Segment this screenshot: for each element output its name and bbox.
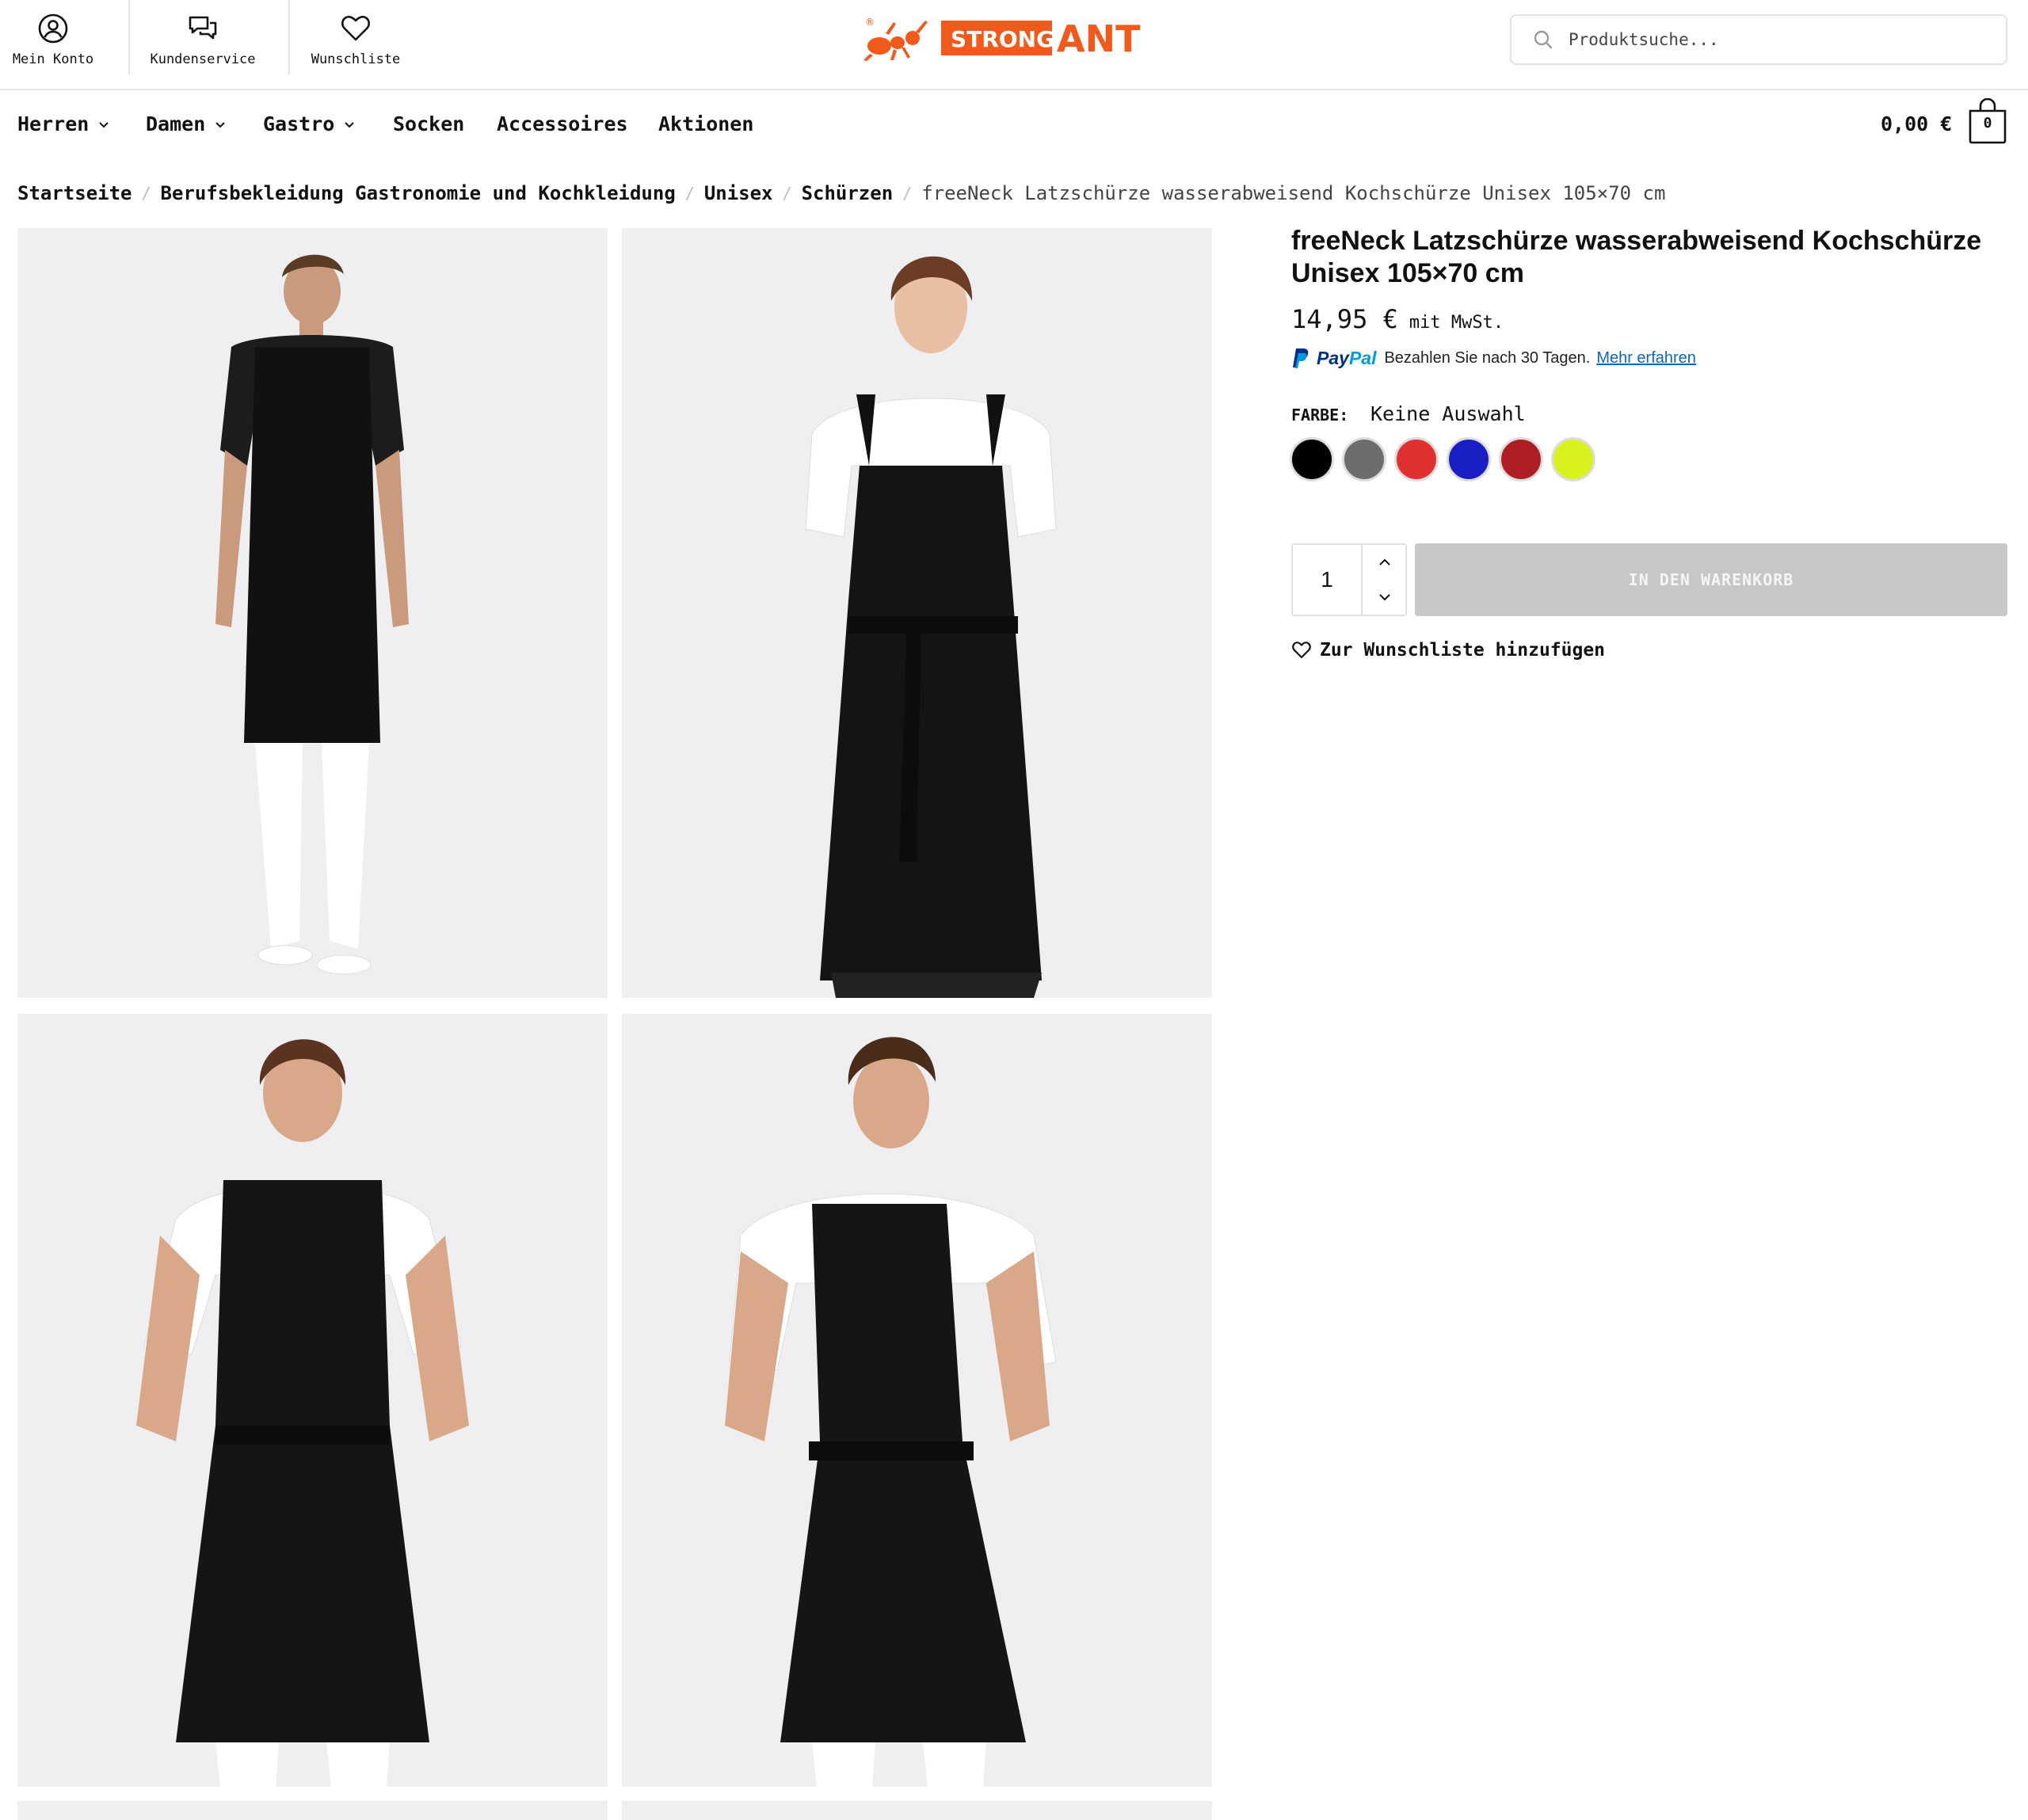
breadcrumb-separator: / [902,184,913,203]
color-swatches [1290,437,1603,482]
quantity-decrease-button[interactable] [1363,580,1407,615]
svg-text:ANT: ANT [1057,17,1141,60]
product-search[interactable] [1510,14,2007,65]
breadcrumb-separator: / [782,184,792,203]
nav-label: Damen [146,112,206,135]
nav-item-socken[interactable]: Socken [393,112,464,135]
nav-item-herren[interactable]: Herren [17,112,111,135]
product-image-1[interactable] [17,228,608,998]
strongant-logo[interactable]: ® STRONG ANT [862,14,1160,62]
product-title: freeNeck Latzschürze wasserabweisend Koc… [1291,226,1982,288]
nav-item-aktionen[interactable]: Aktionen [658,112,753,135]
cart-count-badge: 0 [1983,115,1992,131]
chevron-down-icon [99,121,109,128]
tax-note: mit MwSt. [1409,313,1504,333]
breadcrumb-separator: / [684,184,695,203]
breadcrumb-unisex[interactable]: Unisex [704,182,773,204]
paypal-word-pay: Pay [1317,347,1349,368]
nav-label: Herren [17,112,90,135]
price-value: 14,95 € [1291,304,1398,334]
product-image-2[interactable] [622,228,1212,998]
paypal-learn-more-link[interactable]: Mehr erfahren [1596,349,1696,367]
user-circle-icon [38,13,68,44]
add-to-wishlist-link[interactable]: Zur Wunschliste hinzufügen [1291,640,1605,661]
wishlist-label: Wunschliste [311,51,401,67]
color-selection-value: Keine Auswahl [1370,402,1526,425]
breadcrumb-home[interactable]: Startseite [17,182,132,204]
swatch-neon-yellow[interactable] [1551,437,1595,482]
cart-total[interactable]: 0,00 € [1881,112,1952,135]
paypal-message: PayPal Bezahlen Sie nach 30 Tagen. Mehr … [1291,347,1696,369]
search-input[interactable] [1569,30,1980,49]
wishlist-link[interactable]: Wunschliste [288,0,421,74]
heart-icon [1292,642,1311,659]
svg-text:STRONG: STRONG [951,26,1054,52]
nav-item-gastro[interactable]: Gastro [263,112,356,135]
paypal-wordmark: PayPal [1317,348,1376,369]
swatch-blue[interactable] [1447,437,1491,482]
nav-label: Gastro [263,112,335,135]
wishlist-add-label: Zur Wunschliste hinzufügen [1320,640,1606,661]
swatch-red[interactable] [1394,437,1439,482]
account-link[interactable]: Mein Konto [0,0,106,74]
quantity-input[interactable]: 1 [1293,545,1361,615]
quantity-steps [1361,545,1405,615]
main-nav: Herren Damen Gastro Socken Accessoires A… [0,92,2028,158]
paypal-icon [1293,348,1309,368]
nav-label: Accessoires [497,112,628,135]
nav-label: Aktionen [658,112,754,135]
chevron-down-icon [1379,594,1390,601]
breadcrumb-schuerzen[interactable]: Schürzen [802,182,894,204]
heart-icon [341,15,370,41]
breadcrumb: Startseite / Berufsbekleidung Gastronomi… [17,182,1665,204]
chevron-down-icon [215,121,225,128]
chevron-up-icon [1379,558,1390,565]
product-price: 14,95 € mit MwSt. [1291,304,1504,334]
nav-item-damen[interactable]: Damen [146,112,227,135]
breadcrumb-current: freeNeck Latzschürze wasserabweisend Koc… [921,182,1666,204]
product-image-5[interactable] [17,1801,608,1820]
paypal-text: Bezahlen Sie nach 30 Tagen. [1384,348,1591,367]
nav-item-accessoires[interactable]: Accessoires [497,112,628,135]
search-icon [1534,30,1553,49]
chat-bubbles-icon [189,16,217,40]
customer-service-link[interactable]: Kundenservice [128,0,276,74]
add-to-cart-button[interactable]: IN DEN WARENKORB [1415,543,2007,616]
customer-service-label: Kundenservice [150,51,256,67]
account-label: Mein Konto [12,51,94,67]
breadcrumb-separator: / [141,184,151,203]
top-bar: Mein Konto Kundenservice Wunschliste ® S… [0,0,2028,90]
product-image-3[interactable] [17,1014,608,1787]
chevron-down-icon [345,121,355,128]
quantity-increase-button[interactable] [1363,545,1407,580]
swatch-grey[interactable] [1342,437,1386,482]
nav-label: Socken [393,112,465,135]
product-image-4[interactable] [622,1014,1212,1787]
swatch-black[interactable] [1290,437,1334,482]
quantity-stepper: 1 [1291,543,1407,616]
swatch-dark-red[interactable] [1499,437,1543,482]
svg-text:®: ® [865,17,875,28]
product-image-6[interactable] [622,1801,1212,1820]
paypal-word-pal: Pal [1348,347,1377,368]
breadcrumb-gastro[interactable]: Berufsbekleidung Gastronomie und Kochkle… [161,182,676,204]
color-label: FARBE: [1291,406,1349,425]
